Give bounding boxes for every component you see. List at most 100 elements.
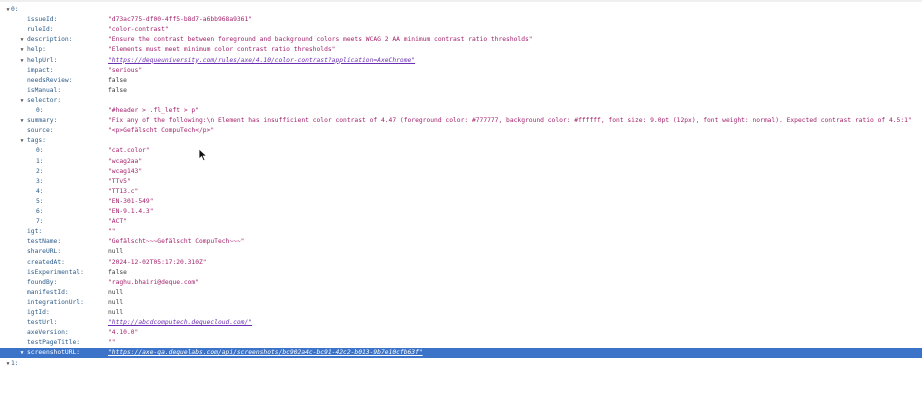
json-row[interactable]: manifestId: null	[0, 288, 922, 298]
json-value: "ACT"	[108, 218, 127, 226]
json-row[interactable]: shareURL: null	[0, 247, 922, 257]
json-key: 5:	[36, 197, 44, 205]
json-row[interactable]: createdAt: "2024-12-02T05:17:20.310Z"	[0, 258, 922, 268]
json-value: "EN-301-549"	[108, 197, 154, 205]
json-value: "Gefälscht~~~Gefälscht CompuTech~~~"	[108, 238, 245, 246]
expand-toggle-icon[interactable]: ▼	[18, 45, 26, 55]
json-value: "TT13.c"	[108, 187, 139, 195]
json-row[interactable]: 7: "ACT"	[0, 217, 922, 227]
json-row[interactable]: 5: "EN-301-549"	[0, 197, 922, 207]
json-row[interactable]: ▼ 1:	[0, 359, 922, 369]
json-value: null	[108, 298, 124, 306]
json-row[interactable]: ▼ 0:	[0, 5, 922, 15]
json-value: "wcag2aa"	[108, 157, 143, 165]
json-key: axeVersion:	[27, 329, 69, 337]
json-link-value[interactable]: "http://abcdcomputech.dequecloud.com/"	[108, 318, 252, 328]
json-value: ""	[108, 339, 116, 347]
json-row[interactable]: source: "<p>Gefälscht CompuTech</p>"	[0, 126, 922, 136]
json-value: false	[108, 76, 127, 84]
json-key: ruleId:	[27, 26, 54, 34]
expand-toggle-icon[interactable]: ▼	[18, 136, 26, 146]
json-row[interactable]: 2: "wcag143"	[0, 167, 922, 177]
json-row[interactable]: testUrl: "http://abcdcomputech.dequecloud…	[0, 318, 922, 328]
json-key: issueId:	[27, 16, 58, 24]
json-value: "<p>Gefälscht CompuTech</p>"	[108, 127, 215, 135]
expand-toggle-icon[interactable]: ▼	[18, 116, 26, 126]
json-key: 4:	[36, 187, 44, 195]
json-row[interactable]: testPageTitle: ""	[0, 338, 922, 348]
json-row[interactable]: ▼ selector:	[0, 96, 922, 106]
json-key: 0:	[36, 107, 44, 114]
json-key: igtId:	[27, 309, 50, 316]
json-key: summary:	[27, 117, 58, 125]
expand-toggle-icon[interactable]: ▼	[18, 96, 26, 106]
json-key: shareURL:	[27, 248, 62, 256]
json-value: "4.10.0"	[108, 329, 139, 337]
json-key: tags:	[27, 137, 46, 145]
json-key: createdAt:	[27, 258, 65, 266]
json-value: false	[108, 86, 127, 94]
json-key: 1:	[11, 359, 19, 367]
json-value: "Fix any of the following:\n Element has…	[108, 117, 912, 125]
expand-toggle-icon[interactable]: ▼	[18, 35, 26, 45]
json-row[interactable]: 0: "#header > .fl_left > p"	[0, 106, 922, 116]
json-row[interactable]: axeVersion: "4.10.0"	[0, 328, 922, 338]
json-row[interactable]: ▼ tags:	[0, 136, 922, 146]
json-value: "serious"	[108, 66, 143, 74]
json-key: help:	[27, 46, 46, 54]
json-row[interactable]: ▼ help: "Elements must meet minimum color …	[0, 45, 922, 55]
json-value: null	[108, 248, 124, 256]
json-key: 0:	[11, 6, 19, 13]
json-row[interactable]: igtId: null	[0, 308, 922, 318]
json-row[interactable]: ▼ screenshotURL: "https://axe-qa.dequelabs…	[0, 348, 922, 359]
json-row[interactable]: needsReview: false	[0, 76, 922, 86]
json-value: "2024-12-02T05:17:20.310Z"	[108, 258, 207, 266]
json-value: "wcag143"	[108, 167, 143, 175]
json-key: screenshotURL:	[27, 349, 81, 357]
json-key: 7:	[36, 218, 44, 226]
json-row[interactable]: 1: "wcag2aa"	[0, 157, 922, 167]
json-row[interactable]: ruleId: "color-contrast"	[0, 25, 922, 35]
json-value: "TTv5"	[108, 177, 131, 185]
json-key: selector:	[27, 96, 62, 104]
json-key: 2:	[36, 167, 44, 175]
json-row[interactable]: isManual: false	[0, 86, 922, 96]
json-value: ""	[108, 228, 116, 236]
json-key: 6:	[36, 208, 44, 215]
json-value: "EN-9.1.4.3"	[108, 208, 154, 215]
json-value: null	[108, 288, 124, 296]
json-row[interactable]: 0: "cat.color"	[0, 146, 922, 156]
json-value: "Ensure the contrast between foreground …	[108, 36, 533, 44]
json-row[interactable]: 6: "EN-9.1.4.3"	[0, 207, 922, 217]
json-row[interactable]: issueId: "d73ac775-df00-4ff5-b8d7-a6bb968…	[0, 15, 922, 25]
json-key: foundBy:	[27, 278, 58, 286]
top-divider	[0, 0, 922, 2]
json-value: "d73ac775-df00-4ff5-b8d7-a6bb968a9361"	[108, 16, 253, 24]
json-key: impact:	[27, 66, 54, 74]
json-key: testUrl:	[27, 319, 58, 327]
json-row[interactable]: foundBy: "raghu.bhairi@deque.com"	[0, 278, 922, 288]
expand-toggle-icon[interactable]: ▼	[18, 56, 26, 66]
json-row[interactable]: 3: "TTv5"	[0, 177, 922, 187]
json-link-value[interactable]: "https://dequeuniversity.com/rules/axe/4…	[108, 56, 415, 66]
json-row[interactable]: impact: "serious"	[0, 66, 922, 76]
json-viewer: ▼ 0: issueId: "d73ac775-df00-4ff5-b8d7-a6bb…	[0, 0, 922, 398]
json-key: 0:	[36, 147, 44, 155]
json-key: igt:	[27, 228, 43, 236]
expand-toggle-icon[interactable]: ▼	[18, 348, 26, 358]
json-link-value[interactable]: "https://axe-qa.dequelabs.com/api/screen…	[108, 348, 423, 358]
json-value: "color-contrast"	[108, 26, 169, 34]
json-key: testPageTitle:	[27, 339, 81, 347]
json-row[interactable]: ▼ helpUrl: "https://dequeuniversity.com/ru…	[0, 56, 922, 66]
json-row[interactable]: ▼ summary: "Fix any of the following:\n El…	[0, 116, 922, 126]
json-row[interactable]: isExperimental: false	[0, 268, 922, 278]
json-row[interactable]: igt: ""	[0, 227, 922, 237]
json-row[interactable]: 4: "TT13.c"	[0, 187, 922, 197]
json-row[interactable]: integrationUrl: null	[0, 298, 922, 308]
json-key: 3:	[36, 177, 44, 185]
mouse-cursor-icon	[198, 148, 208, 162]
json-value: "#header > .fl_left > p"	[108, 107, 199, 114]
json-row[interactable]: ▼ description: "Ensure the contrast betwee…	[0, 35, 922, 45]
json-value: "raghu.bhairi@deque.com"	[108, 278, 199, 286]
json-row[interactable]: testName: "Gefälscht~~~Gefälscht CompuTec…	[0, 237, 922, 247]
